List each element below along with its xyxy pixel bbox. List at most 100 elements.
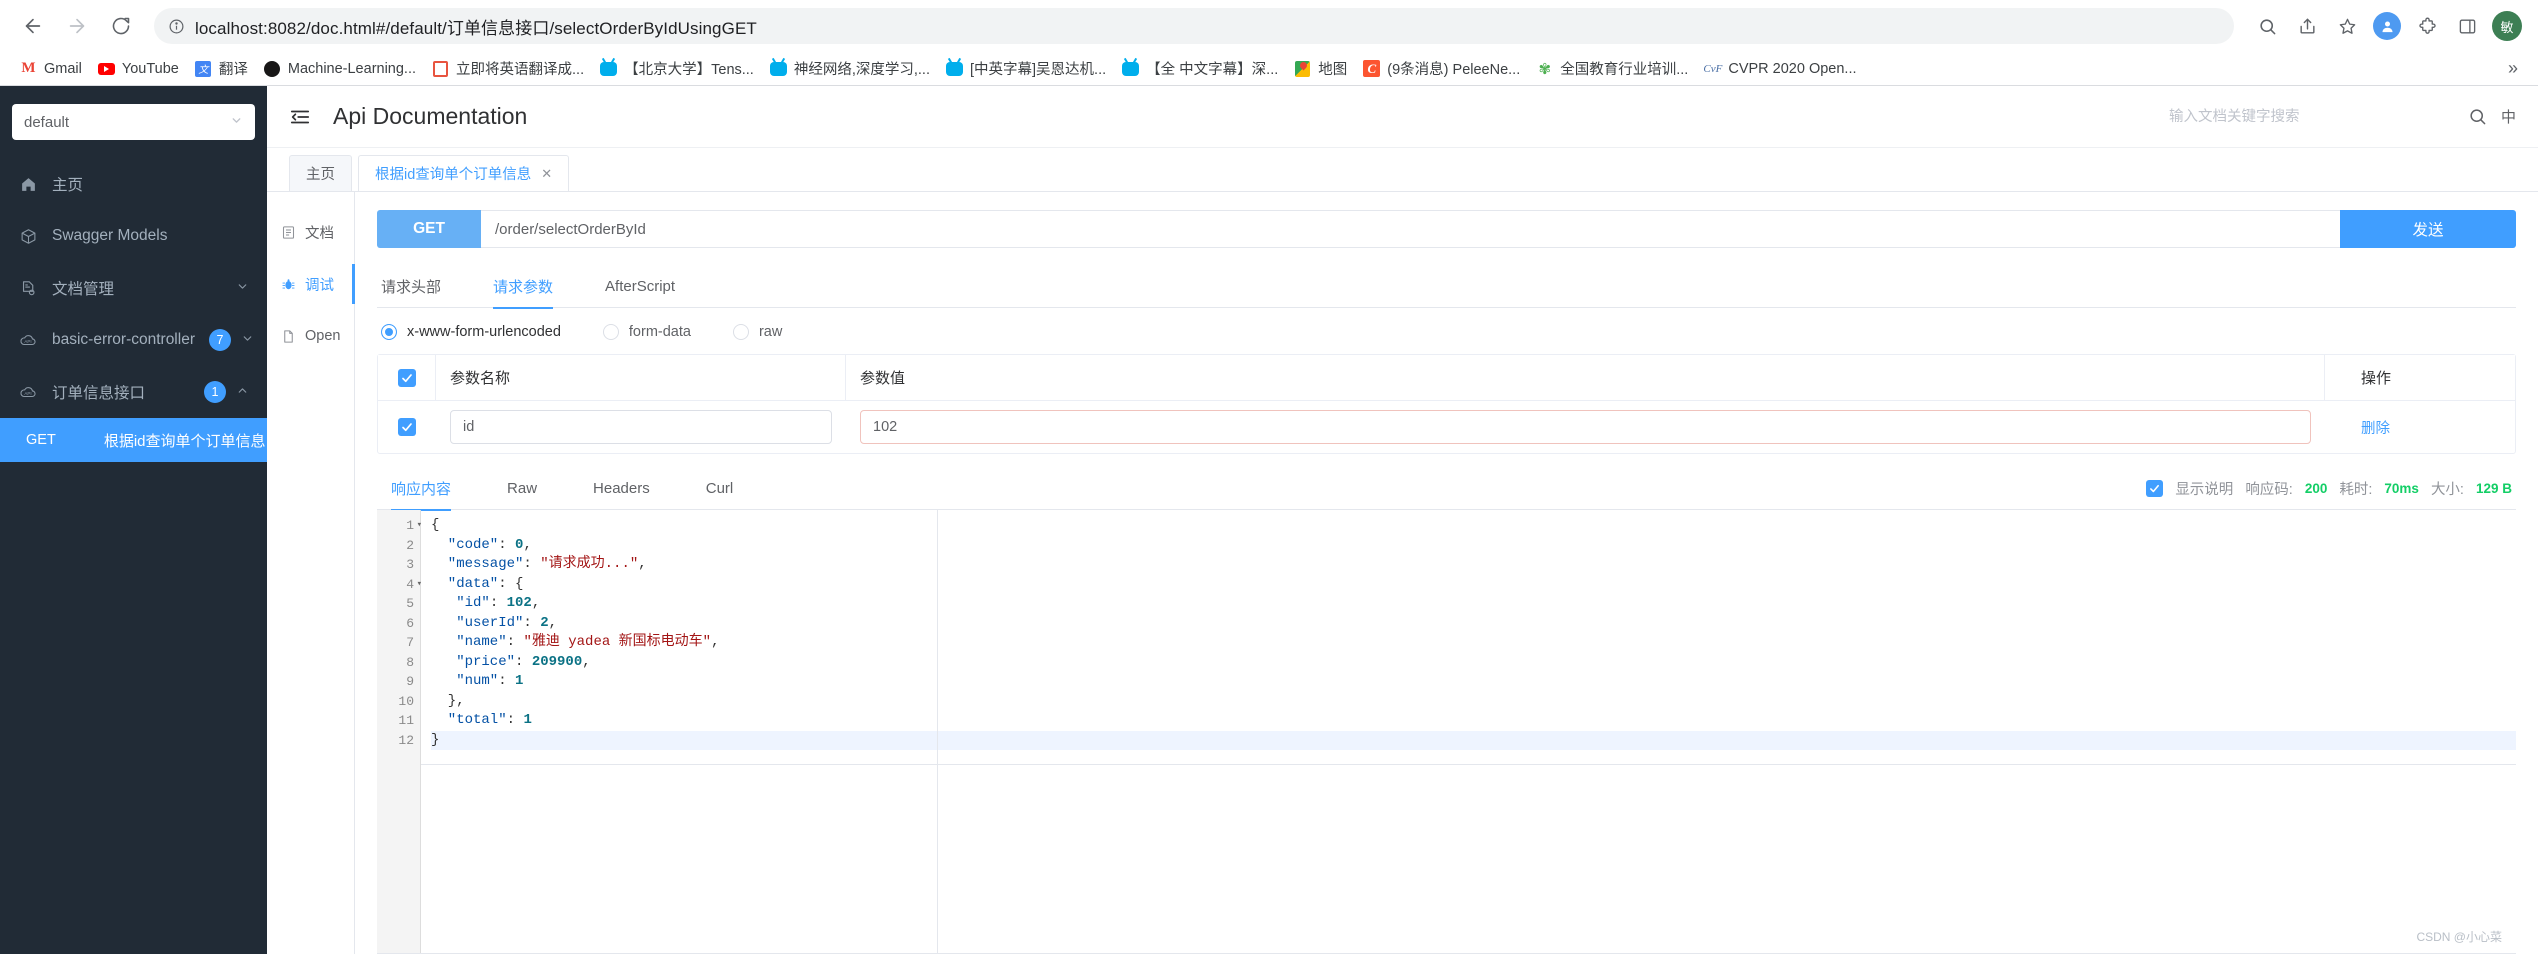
tab-label: 主页 [306,167,335,183]
bookmarks-overflow-icon[interactable]: » [2500,56,2526,81]
bug-icon [281,277,296,292]
tab-response-body[interactable]: 响应内容 [391,468,452,511]
send-button[interactable]: 发送 [2340,210,2516,248]
service-select[interactable]: default [12,104,255,140]
response-tabs: 响应内容 Raw Headers Curl [377,468,734,511]
param-value-input[interactable]: 102 [860,410,2311,444]
mininav-item-open[interactable]: Open [267,310,354,362]
radio-form-data[interactable]: form-data [602,324,691,340]
search-page-icon[interactable] [2250,9,2284,43]
tab-response-curl[interactable]: Curl [706,468,734,510]
request-url-input[interactable]: /order/selectOrderById [481,210,2340,248]
debug-panel: GET /order/selectOrderById 发送 请求头部 请求参数 … [355,192,2538,954]
bookmark-ng-ml[interactable]: [中英字幕]吴恩达机... [938,55,1114,82]
mininav-item-doc[interactable]: 文档 [267,206,354,258]
bookmark-cvpr2020[interactable]: CvF CVPR 2020 Open... [1696,57,1864,80]
profile-button[interactable]: 敏 [2490,9,2524,43]
response-size-value: 129 B [2475,481,2512,496]
chevron-up-icon[interactable] [236,384,249,400]
code-line: { [431,517,440,533]
sidebar-item-basic-error-controller[interactable]: API basic-error-controller 7 [0,314,267,366]
radio-dot-icon [602,324,619,340]
bookmark-csdn-peleenet[interactable]: C (9条消息) PeleeNe... [1355,55,1528,82]
bookmark-label: 地图 [1318,62,1348,78]
browser-toolbar: localhost:8082/doc.html#/default/订单信息接口/… [0,0,2538,52]
chevron-down-icon[interactable] [236,280,249,296]
table-header-row: 参数名称 参数值 操作 [378,355,2515,401]
back-button[interactable] [14,7,52,45]
bookmark-full-subtitle[interactable]: 【全 中文字幕】深... [1114,55,1286,82]
delete-param-button[interactable]: 删除 [2361,417,2390,438]
fold-toggle-icon[interactable]: ▾ [417,575,422,595]
bookmark-translate-tool[interactable]: 立即将英语翻译成... [424,55,592,82]
content-area: Api Documentation 中 主页 根据id查询单个订单信息 ✕ [267,86,2538,954]
address-bar[interactable]: localhost:8082/doc.html#/default/订单信息接口/… [154,8,2234,44]
sidebar-item-label: Swagger Models [52,227,168,244]
response-time-value: 70ms [2384,481,2419,496]
youtube-icon [97,60,115,77]
code-line-number: 2 [406,537,414,553]
site-info-icon[interactable] [168,18,185,35]
sidebar-item-swagger-models[interactable]: Swagger Models [0,210,267,262]
chevron-down-icon[interactable] [241,332,254,348]
tab-request-params[interactable]: 请求参数 [493,266,554,309]
tab-afterscript[interactable]: AfterScript [605,266,675,308]
bookmark-machine-learning[interactable]: Machine-Learning... [256,57,424,80]
sidebar-item-doc-management[interactable]: 文档管理 [0,262,267,314]
gmail-icon: M [21,60,36,76]
sidebar-item-order-api[interactable]: API 订单信息接口 1 [0,366,267,418]
bookmark-youtube[interactable]: YouTube [90,57,187,80]
code-line: "price": 209900, [431,653,591,670]
bookmark-maps[interactable]: 地图 [1286,55,1355,82]
code-line: "total": 1 [431,712,532,728]
radio-raw[interactable]: raw [732,324,782,340]
tab-select-order-by-id[interactable]: 根据id查询单个订单信息 ✕ [358,155,570,191]
bookmark-neural-network[interactable]: 神经网络,深度学习,... [762,55,938,82]
sidebar-item-home[interactable]: 主页 [0,158,267,210]
reload-button[interactable] [102,7,140,45]
bookmark-gmail[interactable]: M Gmail [12,57,90,80]
language-toggle[interactable]: 中 [2501,106,2516,127]
tab-home[interactable]: 主页 [289,155,352,191]
work-area: 文档 调试 Open GET /order/selectOrderById 发送… [267,192,2538,954]
search-icon[interactable] [2468,107,2487,126]
code-content[interactable]: { "code": 0, "message": "请求成功...", "data… [421,510,2516,953]
profile-blue-icon[interactable] [2370,9,2404,43]
search-input[interactable] [2168,100,2454,133]
param-name-input[interactable]: id [450,410,832,444]
code-line-number: 5 [406,596,414,611]
tab-response-headers[interactable]: Headers [593,468,650,510]
sidepanel-icon[interactable] [2450,9,2484,43]
request-tabs: 请求头部 请求参数 AfterScript [377,266,2516,309]
code-horizontal-divider [421,764,2516,765]
bookmark-star-icon[interactable] [2330,9,2364,43]
close-icon[interactable]: ✕ [541,166,552,182]
fold-toggle-icon[interactable]: ▾ [417,516,422,536]
request-url-row: GET /order/selectOrderById 发送 [377,210,2516,248]
mininav-item-debug[interactable]: 调试 [267,258,355,310]
column-header-label: 参数值 [860,370,906,387]
share-icon[interactable] [2290,9,2324,43]
sidebar-item-label: 主页 [52,177,84,194]
tab-response-raw[interactable]: Raw [507,468,537,510]
row-checkbox-cell [378,401,436,453]
extensions-puzzle-icon[interactable] [2410,9,2444,43]
bookmark-pku-tensorflow[interactable]: 【北京大学】Tens... [592,55,762,82]
profile-initial: 敏 [2492,11,2522,41]
radio-x-www-form-urlencoded[interactable]: x-www-form-urlencoded [381,324,561,340]
api-cloud-icon: API [18,383,38,401]
response-code-viewer: 1 ▾ 2 3 4 ▾ 5 6 7 8 9 10 11 12 { "code": 0, "message"… [377,510,2516,954]
tab-request-headers[interactable]: 请求头部 [381,266,441,308]
show-description-checkbox[interactable] [2146,480,2164,497]
sidebar-subitem-select-order-by-id[interactable]: GET 根据id查询单个订单信息 [0,418,267,462]
response-code-value: 200 [2304,481,2328,496]
collapse-menu-icon[interactable] [289,106,311,128]
row-checkbox[interactable] [398,418,416,436]
forward-button[interactable] [58,7,96,45]
select-all-checkbox[interactable] [397,368,416,387]
radio-label: form-data [628,324,691,340]
bookmark-label: 神经网络,深度学习,... [793,62,930,78]
bookmark-translate[interactable]: 文翻译 [187,55,256,82]
bookmark-education[interactable]: ✾ 全国教育行业培训... [1528,55,1696,82]
service-select-value: default [24,113,70,131]
